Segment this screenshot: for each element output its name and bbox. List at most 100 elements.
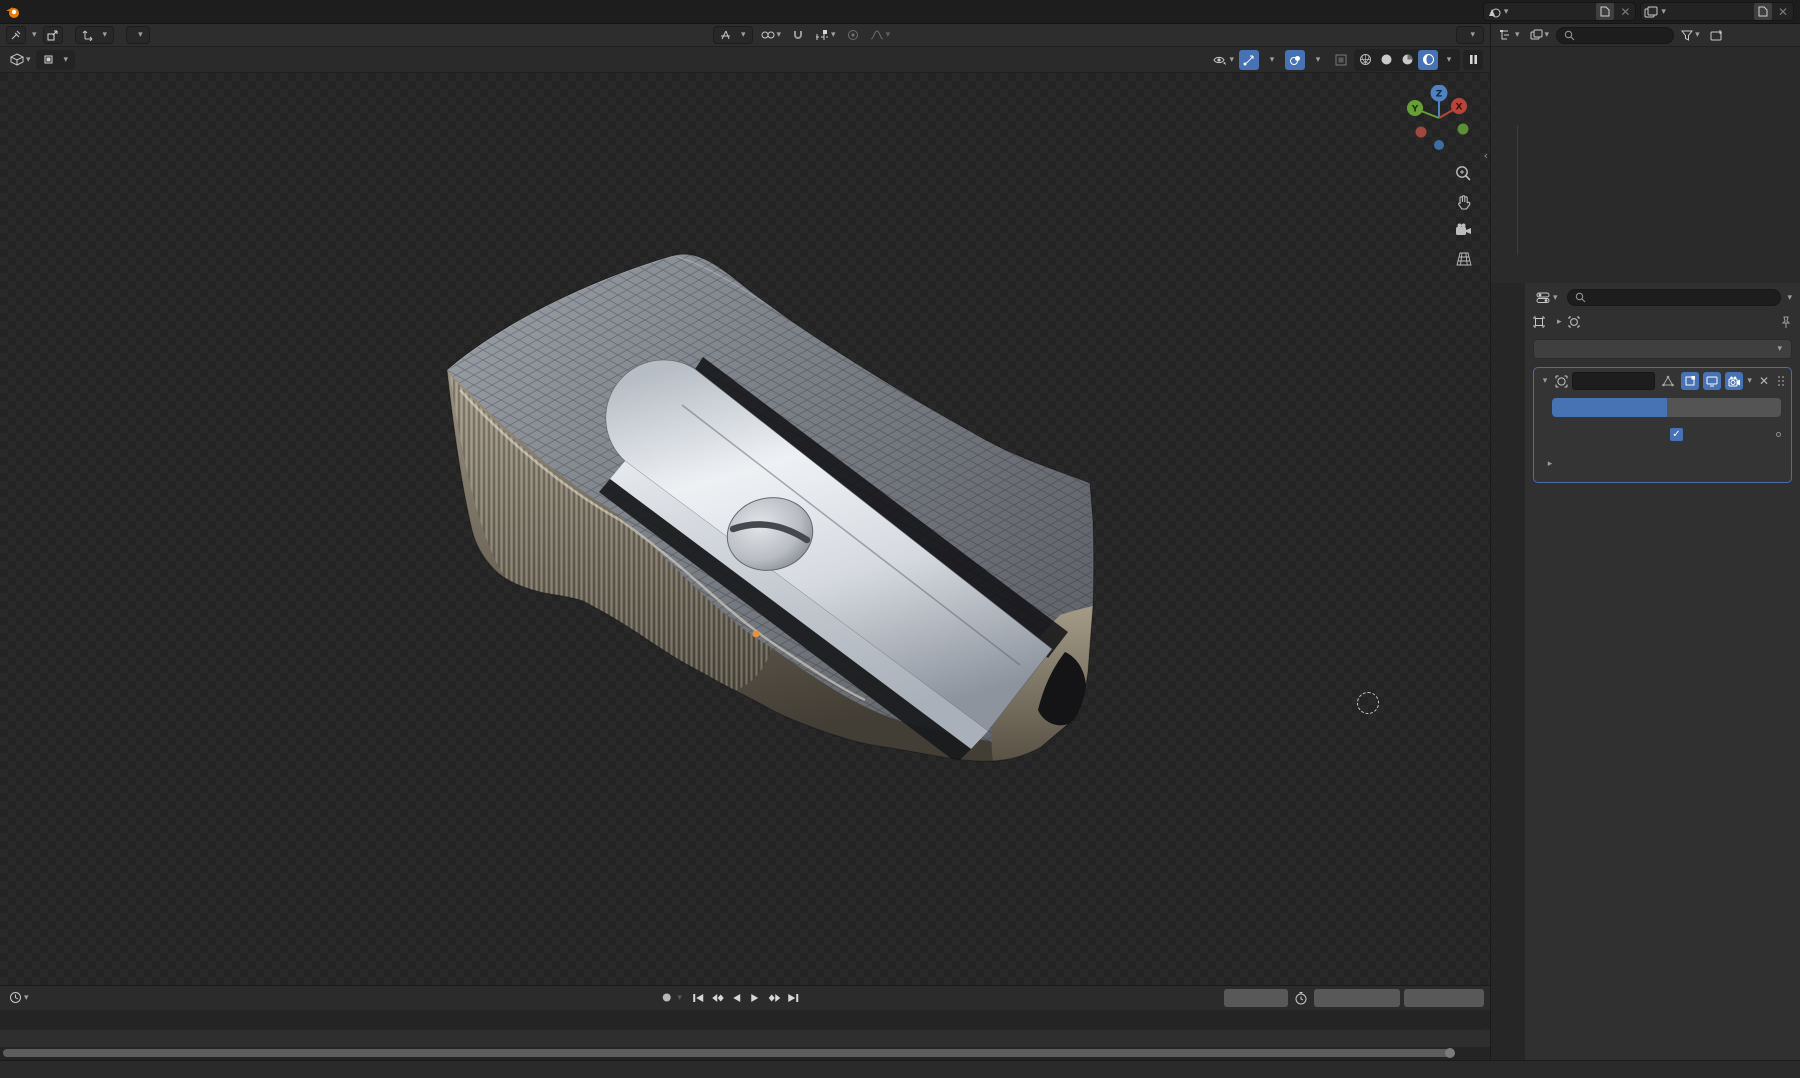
section-disclosure-icon[interactable]: ▸ — [1544, 459, 1556, 469]
breadcrumb-arrow-icon: ▸ — [1557, 317, 1562, 327]
edit-mode-toggle[interactable] — [1681, 372, 1700, 390]
outliner-header: ▾ ▾ ▾ — [1490, 24, 1800, 47]
unlink-scene-button[interactable]: ✕ — [1615, 5, 1635, 19]
blender-logo-icon[interactable] — [0, 5, 26, 19]
outliner-filter-id-dropdown[interactable]: ▾ — [1527, 26, 1553, 44]
svg-text:X: X — [1456, 103, 1463, 113]
tool-settings-bar: ▾ ▾ ▾ ▾ ▾ ▾ ▾ ▾ — [0, 24, 1490, 47]
ortho-grid-icon[interactable] — [1456, 252, 1472, 266]
collapse-arrow-icon[interactable]: ‹ — [1484, 149, 1488, 162]
outliner-search-input[interactable] — [1556, 26, 1675, 44]
view-layer-icon[interactable] — [1641, 6, 1661, 18]
shading-material-button[interactable] — [1397, 50, 1417, 70]
frame-start-field[interactable] — [1314, 988, 1400, 1007]
overlays-toggle[interactable] — [1285, 49, 1305, 70]
outliner-display-mode-dropdown[interactable]: ▾ — [1497, 26, 1523, 44]
object-icon — [1533, 316, 1545, 328]
realtime-display-toggle[interactable] — [1703, 372, 1722, 390]
timeline-scrollbar[interactable] — [0, 1047, 1490, 1060]
add-modifier-button[interactable]: ▾ — [1533, 339, 1792, 359]
object-visibility-dropdown[interactable]: ▾ — [1211, 50, 1236, 70]
pan-hand-icon[interactable] — [1456, 194, 1472, 211]
frame-end-field[interactable] — [1404, 988, 1484, 1007]
gizmos-toggle[interactable] — [1239, 49, 1259, 70]
pin-icon[interactable] — [1780, 316, 1792, 329]
shading-dropdown[interactable]: ▾ — [1439, 50, 1459, 70]
options-button[interactable]: ▾ — [1456, 26, 1484, 44]
scale-tool-icon[interactable] — [42, 26, 63, 44]
timeline-tracks[interactable] — [0, 1029, 1490, 1048]
gizmos-dropdown[interactable]: ▾ — [1262, 50, 1282, 70]
editor-type-3d-icon[interactable]: ▾ — [7, 51, 34, 69]
chevron-down-icon: ▾ — [1503, 6, 1509, 17]
new-scene-button[interactable] — [1596, 3, 1615, 20]
play-button[interactable] — [747, 989, 764, 1006]
viewport-canvas[interactable]: Z X Y ‹ — [0, 73, 1490, 985]
current-frame-field[interactable] — [1224, 988, 1288, 1007]
playback-controls: ▾ — [658, 989, 802, 1006]
scrollbar-zoom-handle[interactable] — [1445, 1048, 1455, 1059]
modifier-name-field[interactable] — [1572, 372, 1656, 390]
proportional-falloff-dropdown[interactable]: ▾ — [867, 26, 894, 44]
active-tool-icon[interactable] — [6, 26, 26, 44]
stopwatch-icon — [1295, 991, 1307, 1005]
outliner-filter-dropdown[interactable]: ▾ — [1678, 26, 1703, 44]
remove-view-layer-button[interactable]: ✕ — [1773, 5, 1793, 19]
properties-editor: ▾ ▾ ▸ ▾ ▾ ▾ ✕ ✓ ▸ — [1491, 283, 1800, 1060]
jump-to-end-button[interactable] — [785, 989, 802, 1006]
optimal-display-row: ✓ — [1670, 425, 1781, 444]
snap-toggle[interactable] — [789, 26, 807, 44]
animate-dot[interactable] — [1776, 432, 1781, 437]
properties-content: ▾ ▾ ▸ ▾ ▾ ▾ ✕ ✓ ▸ — [1525, 283, 1800, 1060]
editor-type-properties-icon[interactable]: ▾ — [1533, 289, 1561, 307]
header-row-2: ▾ ▾ ▾ ▾ ▾ ▾ ▾ ▾ ▾ ▾ ▾ — [0, 24, 1800, 47]
right-panel: ▾ ▾ ▸ ▾ ▾ ▾ ✕ ✓ ▸ — [1490, 47, 1800, 1060]
mode-dropdown[interactable]: ▾ — [35, 49, 76, 70]
panel-disclosure-icon[interactable]: ▾ — [1539, 376, 1551, 386]
next-keyframe-button[interactable] — [766, 989, 783, 1006]
simple-button[interactable] — [1666, 398, 1781, 417]
timeline-ruler[interactable]: › ‹ — [0, 1009, 1490, 1045]
shading-solid-button[interactable] — [1376, 50, 1396, 70]
catmull-clark-button[interactable] — [1552, 398, 1667, 417]
on-cage-toggle[interactable] — [1659, 372, 1677, 390]
xray-toggle[interactable] — [1331, 50, 1351, 70]
orientation-dropdown[interactable]: ▾ — [74, 26, 115, 44]
overlays-dropdown[interactable]: ▾ — [1308, 50, 1328, 70]
chevron-down-icon: ▾ — [1661, 6, 1666, 17]
play-reverse-button[interactable] — [728, 989, 745, 1006]
proportional-edit-toggle[interactable] — [844, 26, 862, 44]
view-layer-selector[interactable]: ▾ ✕ — [1640, 2, 1794, 21]
new-view-layer-button[interactable] — [1753, 3, 1772, 20]
scene-icon[interactable] — [1484, 6, 1504, 18]
timeline-header: ▾ ▾ — [0, 986, 1490, 1010]
drag-dropdown[interactable]: ▾ — [126, 26, 150, 44]
scrollbar-thumb[interactable] — [3, 1048, 1455, 1059]
shading-mode-group: ▾ — [1354, 48, 1460, 71]
navigation-gizmo[interactable]: Z X Y — [1404, 85, 1476, 157]
prev-keyframe-button[interactable] — [709, 989, 726, 1006]
auto-keying-button[interactable] — [658, 989, 675, 1006]
camera-view-icon[interactable] — [1455, 223, 1472, 237]
advanced-section[interactable]: ▸ — [1544, 454, 1791, 474]
jump-to-start-button[interactable] — [690, 989, 707, 1006]
render-display-toggle[interactable] — [1725, 372, 1744, 390]
shading-rendered-button[interactable] — [1418, 49, 1438, 70]
zoom-icon[interactable] — [1455, 165, 1472, 182]
optimal-display-checkbox[interactable]: ✓ — [1670, 428, 1683, 441]
snap-settings-dropdown[interactable]: ▾ — [812, 26, 839, 44]
properties-options-dropdown[interactable]: ▾ — [1787, 293, 1792, 303]
pivot-point-dropdown[interactable]: ▾ — [758, 26, 785, 44]
modifier-extras-dropdown[interactable]: ▾ — [1747, 376, 1752, 386]
transform-orientation-dropdown[interactable]: ▾ — [712, 26, 753, 44]
new-collection-button[interactable] — [1707, 26, 1726, 44]
scene-selector[interactable]: ▾ ✕ — [1482, 2, 1637, 21]
global-axes-icon — [720, 30, 730, 40]
close-modifier-button[interactable]: ✕ — [1756, 374, 1772, 388]
shading-wireframe-button[interactable] — [1355, 50, 1375, 70]
drag-handle-icon[interactable] — [1776, 375, 1786, 387]
properties-search-input[interactable] — [1566, 289, 1782, 306]
pause-render-button[interactable] — [1463, 49, 1483, 70]
editor-type-timeline-icon[interactable]: ▾ — [6, 989, 32, 1007]
search-icon — [1575, 292, 1585, 303]
